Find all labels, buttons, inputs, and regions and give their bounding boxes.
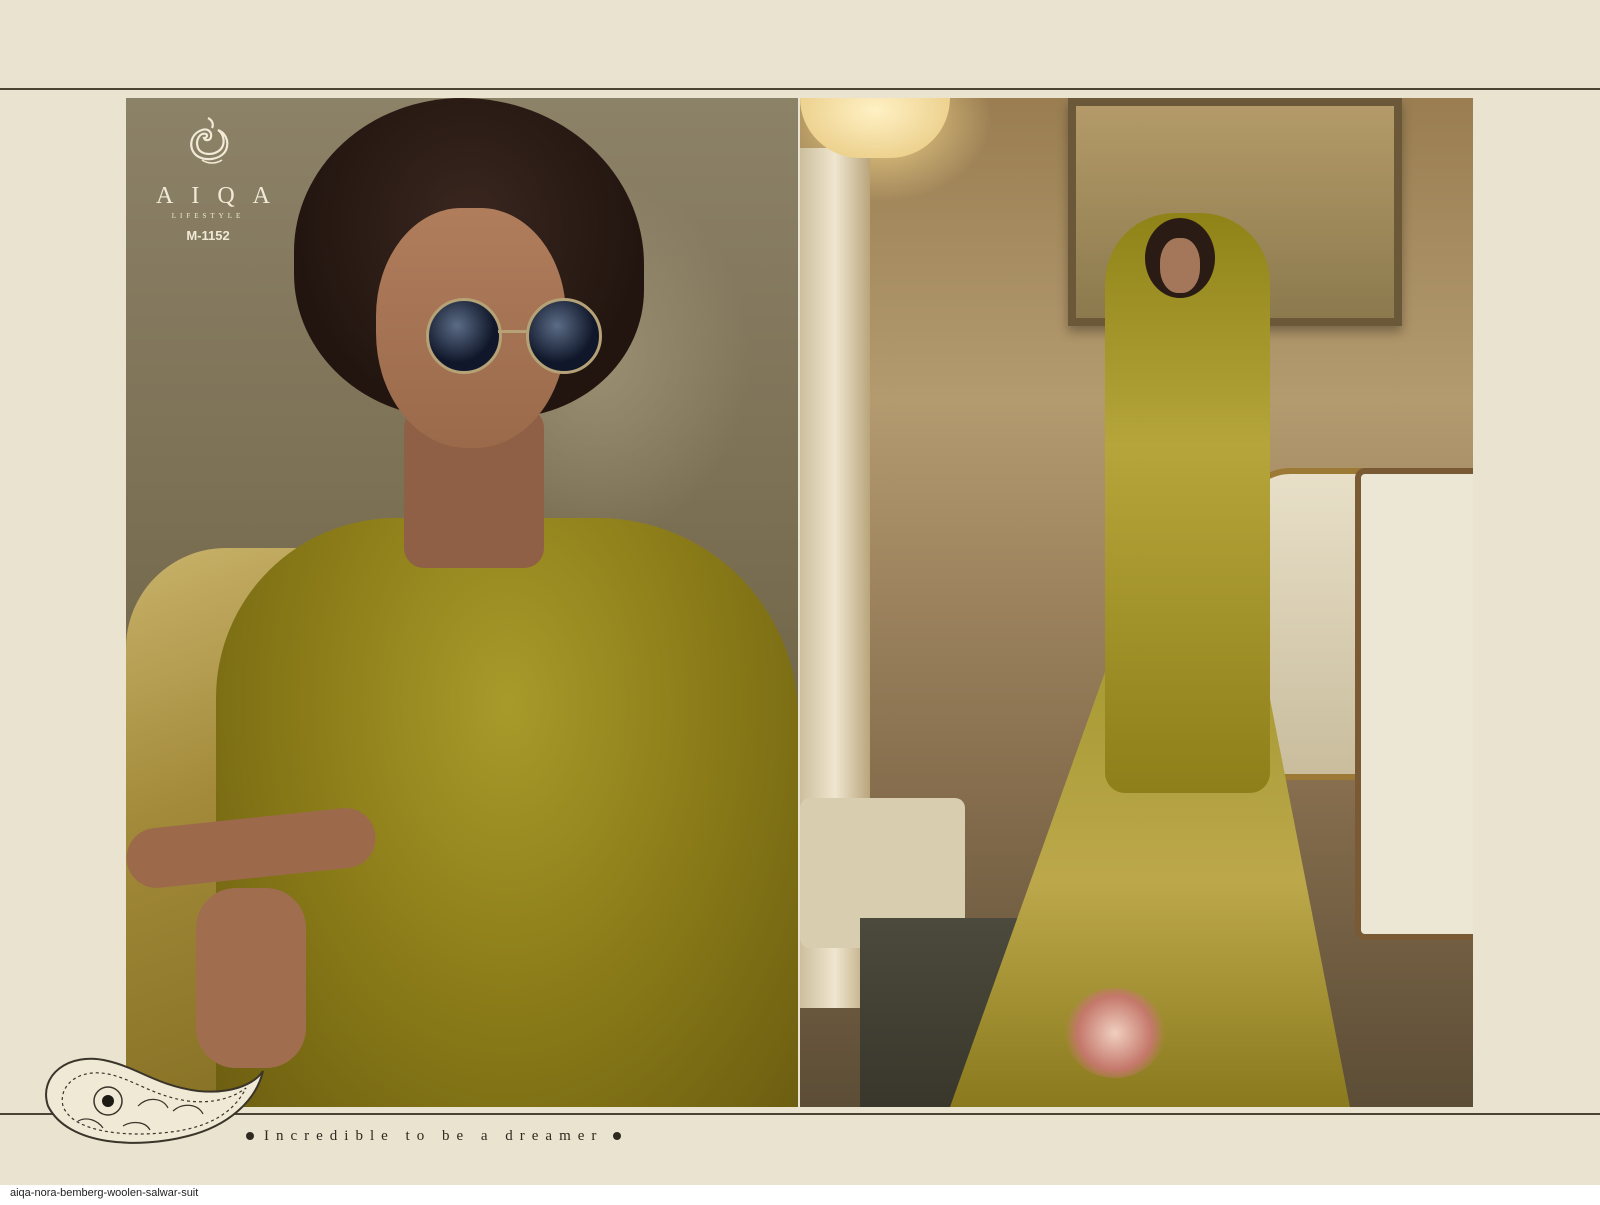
floral-print <box>1065 988 1165 1078</box>
standing-model-kurta <box>1105 213 1270 793</box>
right-model-photo <box>800 98 1473 1107</box>
catalog-tagline: Incredible to be a dreamer <box>236 1124 631 1148</box>
sunglasses-right-lens <box>526 298 602 374</box>
footer-strip <box>0 1185 1600 1205</box>
brand-subtitle: LIFESTYLE <box>171 212 245 220</box>
top-divider <box>0 88 1600 90</box>
bullet-dot-icon <box>613 1132 622 1140</box>
paisley-icon <box>45 1057 264 1144</box>
armchair <box>1355 468 1473 940</box>
brand-logo-block: AIQA LIFESTYLE M-1152 <box>138 110 278 243</box>
sunglasses-left-lens <box>426 298 502 374</box>
top-band <box>0 0 1600 88</box>
tagline-text: Incredible to be a dreamer <box>264 1127 604 1144</box>
model-hand <box>196 888 306 1068</box>
swan-logo-icon <box>190 117 229 164</box>
bullet-dot-icon <box>246 1132 254 1140</box>
footer-label: aiqa-nora-bemberg-woolen-salwar-suit <box>10 1187 199 1199</box>
left-model-photo: AIQA LIFESTYLE M-1152 <box>126 98 798 1107</box>
sunglasses-bridge <box>498 330 528 333</box>
design-code: M-1152 <box>186 228 230 243</box>
brand-name: AIQA <box>156 183 288 209</box>
standing-model-face <box>1160 238 1200 293</box>
